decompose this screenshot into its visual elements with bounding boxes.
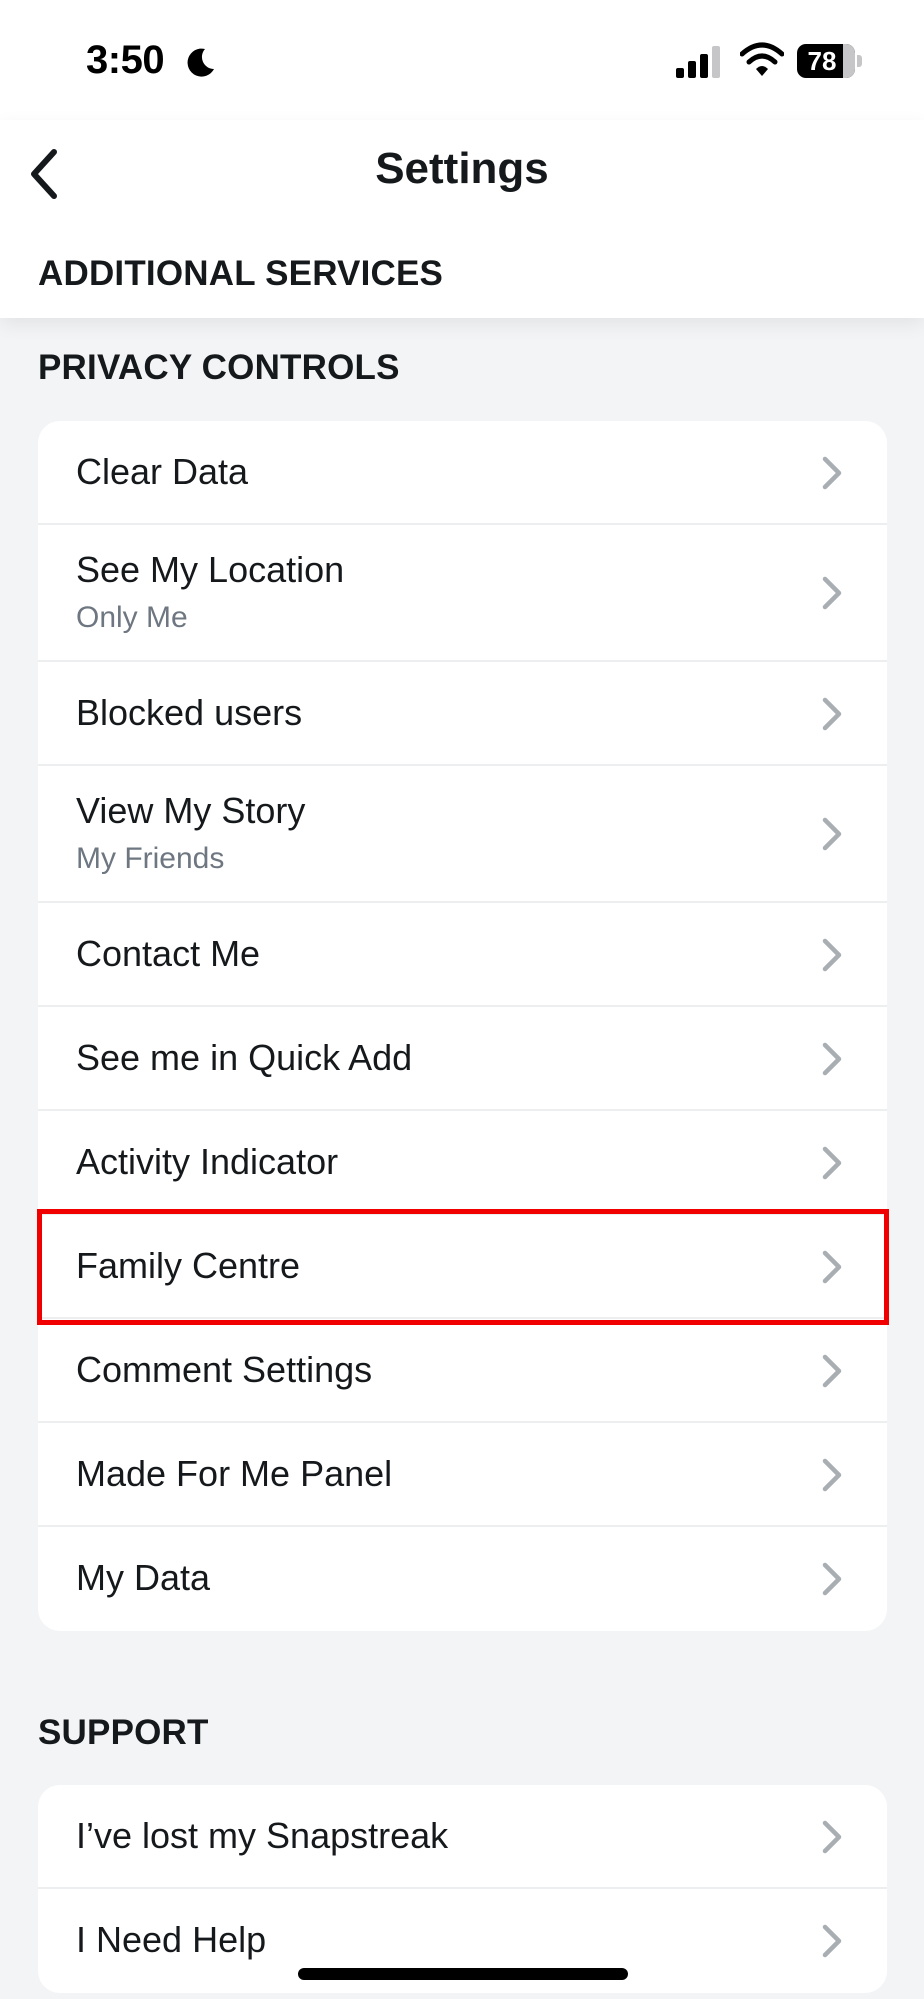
settings-item-made-for-me-panel[interactable]: Made For Me Panel — [38, 1423, 887, 1527]
settings-item-family-centre[interactable]: Family Centre — [38, 1215, 887, 1319]
chevron-right-icon — [822, 1924, 842, 1958]
moon-icon — [187, 48, 214, 77]
settings-item-label: See My Location — [76, 549, 345, 590]
settings-item-contact-me[interactable]: Contact Me — [38, 903, 887, 1007]
settings-item-label: Clear Data — [76, 451, 249, 492]
settings-item-activity-indicator[interactable]: Activity Indicator — [38, 1111, 887, 1215]
settings-item-see-my-location[interactable]: See My Location Only Me — [38, 525, 887, 662]
settings-item-value: My Friends — [76, 842, 225, 875]
settings-item-label: I’ve lost my Snapstreak — [76, 1815, 449, 1856]
page-title: Settings — [375, 144, 549, 193]
settings-item-label: Contact Me — [76, 933, 261, 974]
chevron-right-icon — [822, 576, 842, 610]
chevron-right-icon — [822, 938, 842, 972]
chevron-right-icon — [822, 1820, 842, 1854]
settings-item-label: Activity Indicator — [76, 1141, 339, 1182]
chevron-right-icon — [822, 1146, 842, 1180]
settings-item-comment-settings[interactable]: Comment Settings — [38, 1319, 887, 1423]
signal-icon — [676, 46, 720, 78]
settings-item-label: I Need Help — [76, 1919, 267, 1960]
chevron-right-icon — [822, 1458, 842, 1492]
status-bar: 3:50 78 — [0, 0, 924, 120]
settings-item-label: My Data — [76, 1557, 211, 1598]
settings-item-lost-snapstreak[interactable]: I’ve lost my Snapstreak — [38, 1785, 887, 1889]
settings-item-label: Blocked users — [76, 692, 303, 733]
settings-item-clear-data[interactable]: Clear Data — [38, 421, 887, 525]
chevron-right-icon — [822, 817, 842, 851]
settings-item-view-my-story[interactable]: View My Story My Friends — [38, 766, 887, 903]
settings-item-label: View My Story — [76, 790, 306, 831]
chevron-right-icon — [822, 456, 842, 490]
chevron-right-icon — [822, 1250, 842, 1284]
settings-item-label: Family Centre — [76, 1245, 301, 1286]
chevron-right-icon — [822, 1042, 842, 1076]
nav-header: Settings ADDITIONAL SERVICES — [0, 120, 924, 318]
support-card: I’ve lost my Snapstreak I Need Help — [38, 1785, 887, 1993]
settings-item-label: Made For Me Panel — [76, 1453, 393, 1494]
settings-item-my-data[interactable]: My Data — [38, 1527, 887, 1631]
privacy-controls-card: Clear Data See My Location Only Me Block… — [38, 421, 887, 1631]
settings-item-label: See me in Quick Add — [76, 1037, 413, 1078]
settings-item-value: Only Me — [76, 601, 188, 634]
chevron-right-icon — [822, 1354, 842, 1388]
chevron-right-icon — [822, 697, 842, 731]
battery-level: 78 — [807, 46, 837, 76]
home-indicator[interactable] — [298, 1968, 628, 1980]
settings-item-label: Comment Settings — [76, 1349, 373, 1390]
battery-icon: 78 — [797, 44, 863, 78]
settings-item-blocked-users[interactable]: Blocked users — [38, 662, 887, 766]
section-header-privacy-controls: PRIVACY CONTROLS — [38, 348, 400, 387]
chevron-right-icon — [822, 1562, 842, 1596]
section-header-additional-services: ADDITIONAL SERVICES — [38, 254, 444, 293]
settings-item-quick-add[interactable]: See me in Quick Add — [38, 1007, 887, 1111]
wifi-icon — [740, 42, 784, 76]
status-time: 3:50 — [86, 38, 165, 82]
section-header-support: SUPPORT — [38, 1713, 209, 1752]
